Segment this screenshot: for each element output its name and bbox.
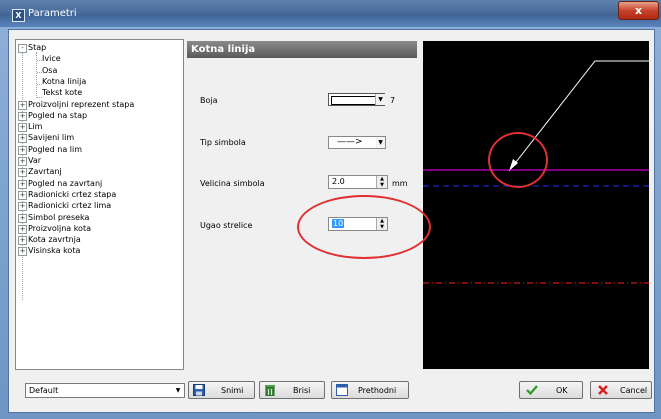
expand-icon[interactable]: + [18,224,27,234]
arrow-symbol-icon: ——> [337,137,363,147]
ok-button[interactable]: OK [519,381,583,399]
expand-icon[interactable]: + [18,247,27,257]
ugao-strelice-label: Ugao strelice [200,221,253,230]
expand-icon[interactable]: + [18,134,27,144]
preview-canvas [423,41,649,369]
tree-item[interactable]: Zavrtanj [28,166,62,177]
collapse-icon[interactable]: - [18,44,27,53]
tree-item[interactable]: Kotna linija [42,76,86,87]
previous-label: Prethodni [358,386,397,395]
window-title: Parametri [28,8,77,19]
expand-icon[interactable]: + [18,100,27,110]
delete-label: Brisi [293,386,311,395]
velicina-value: 2.0 [332,177,345,186]
save-label: Snimi [221,386,244,395]
tree-item[interactable]: Pogled na zavrtanj [28,178,102,189]
preview-drawing [423,60,649,284]
expand-icon[interactable]: + [18,157,27,166]
tree-item[interactable]: Osa [42,65,57,76]
expand-icon[interactable]: + [18,213,27,223]
expand-icon[interactable]: + [18,236,27,246]
tree-item[interactable]: Lim [28,121,42,132]
tree-item[interactable]: Radionicki crtez stapa [28,189,116,200]
velicina-simbola-label: Velicina simbola [200,179,265,188]
velicina-unit: mm [392,179,408,188]
preset-value: Default [29,386,59,395]
cancel-x-icon [598,385,608,395]
close-button[interactable]: x [618,1,659,20]
expand-icon[interactable]: + [18,190,27,200]
tree-item[interactable]: Proizvoljna kota [28,223,91,234]
expand-icon[interactable]: + [18,179,27,189]
tree-item[interactable]: Savijeni lim [28,132,74,143]
tree-item[interactable]: Pogled na lim [28,144,82,155]
tree-guide-stap [36,52,37,98]
velicina-simbola-spinner[interactable]: 2.0 ▲ ▼ [328,175,388,189]
dialog-window: X Parametri x - Stap Ivice Osa Kotna linija T… [0,0,661,419]
boja-color-select[interactable]: ▼ [328,93,385,106]
annotation-ellipse [488,132,548,188]
app-icon: X [12,9,25,22]
spin-down-icon[interactable]: ▼ [377,182,387,188]
save-button[interactable]: Snimi [188,381,255,399]
cancel-button[interactable]: Cancel [590,381,652,399]
chevron-down-icon[interactable]: ▼ [375,94,385,105]
preset-select[interactable]: Default ▼ [25,383,185,398]
tip-simbola-label: Tip simbola [200,138,246,147]
tip-simbola-select[interactable]: ——> ▼ [328,136,386,149]
spin-buttons: ▲ ▼ [376,176,387,188]
annotation-ellipse [297,195,431,259]
color-swatch [331,96,376,105]
tree-item[interactable]: Tekst kote [42,87,82,98]
window-icon [336,384,348,396]
tree-item[interactable]: Var [28,155,41,166]
checkmark-icon [526,385,538,396]
cancel-label: Cancel [620,386,648,395]
expand-icon[interactable]: + [18,145,27,155]
tree-item[interactable]: Proizvoljni reprezent stapa [28,99,134,110]
tree-item[interactable]: Pogled na stap [28,110,87,121]
boja-value: 7 [390,96,396,105]
tree-item[interactable]: Simbol preseka [28,212,89,223]
trash-icon [265,385,275,396]
expand-icon[interactable]: + [18,111,27,121]
delete-button[interactable]: Brisi [259,381,325,399]
expand-icon[interactable]: + [18,123,27,133]
panel-title: Kotna linija [187,41,417,58]
tree-item[interactable]: Ivice [42,53,61,64]
tree-item[interactable]: Visinska kota [28,245,80,256]
boja-label: Boja [200,96,218,105]
chevron-down-icon[interactable]: ▼ [172,384,184,397]
ok-label: OK [556,386,568,395]
expand-icon[interactable]: + [18,168,27,178]
expand-icon[interactable]: + [18,202,27,212]
floppy-disk-icon [193,384,205,396]
title-bar[interactable]: X Parametri x [0,0,661,27]
tree-item[interactable]: Radionicki crtez lima [28,200,111,211]
tree-item[interactable]: Stap [28,42,46,53]
chevron-down-icon[interactable]: ▼ [376,137,385,148]
tree-item[interactable]: Kota zavrtnja [28,234,81,245]
previous-button[interactable]: Prethodni [331,381,409,399]
